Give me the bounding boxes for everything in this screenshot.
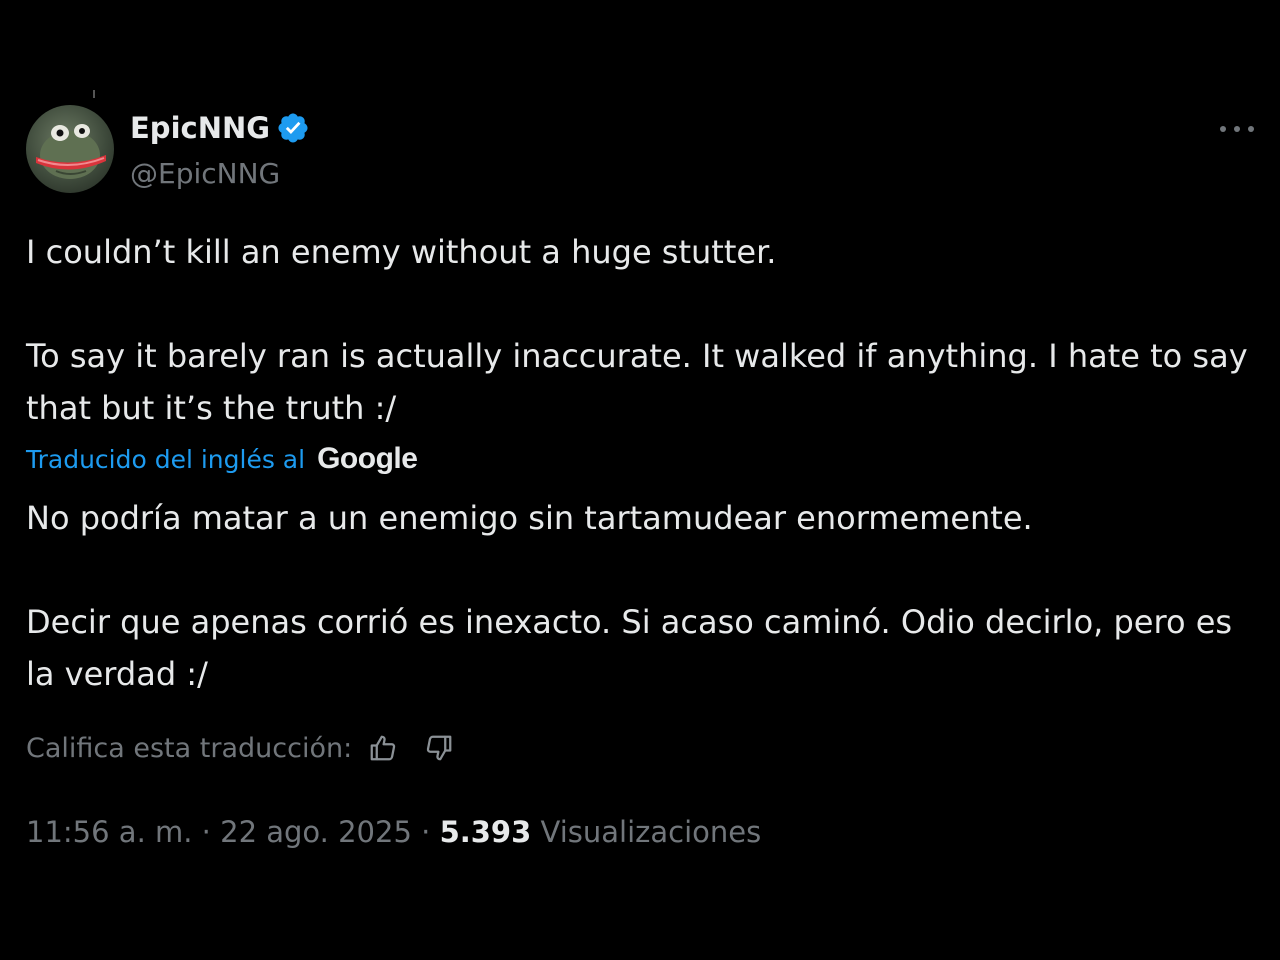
more-dot — [1220, 126, 1226, 132]
translation-source-link[interactable]: Traducido del inglés al — [26, 445, 305, 474]
more-dot — [1248, 126, 1254, 132]
more-options-button[interactable] — [1220, 116, 1254, 142]
views-count: 5.393 — [439, 815, 532, 849]
meta-separator: · — [411, 815, 440, 849]
rate-translation-row: Califica esta traducción: — [26, 731, 456, 765]
tweet-original-text: I couldn’t kill an enemy without a huge … — [26, 233, 1248, 427]
author-handle[interactable]: @EpicNNG — [130, 157, 280, 190]
translation-note: Traducido del inglés al Google — [26, 442, 418, 476]
tweet-translated-text: No podría matar a un enemigo sin tartamu… — [26, 499, 1233, 693]
tweet-time[interactable]: 11:56 a. m. — [26, 815, 192, 849]
rate-translation-label: Califica esta traducción: — [26, 732, 353, 764]
thumbs-down-icon[interactable] — [422, 731, 456, 765]
avatar-decoration — [93, 90, 95, 98]
author-name[interactable]: EpicNNG — [130, 111, 310, 145]
meta-separator: · — [192, 815, 221, 849]
author-name-text[interactable]: EpicNNG — [130, 111, 270, 145]
tweet-container: EpicNNG @EpicNNG I couldn’t kill an enem… — [26, 0, 1254, 960]
tweet-meta: 11:56 a. m. · 22 ago. 2025 · 5.393 Visua… — [26, 815, 761, 849]
verified-badge-icon — [276, 111, 310, 145]
tweet-date[interactable]: 22 ago. 2025 — [220, 815, 412, 849]
more-dot — [1234, 126, 1240, 132]
views-label: Visualizaciones — [540, 815, 762, 849]
thumbs-up-icon[interactable] — [366, 731, 400, 765]
google-logo: Google — [317, 442, 418, 475]
avatar[interactable] — [26, 105, 114, 193]
frog-avatar-icon — [36, 124, 106, 179]
